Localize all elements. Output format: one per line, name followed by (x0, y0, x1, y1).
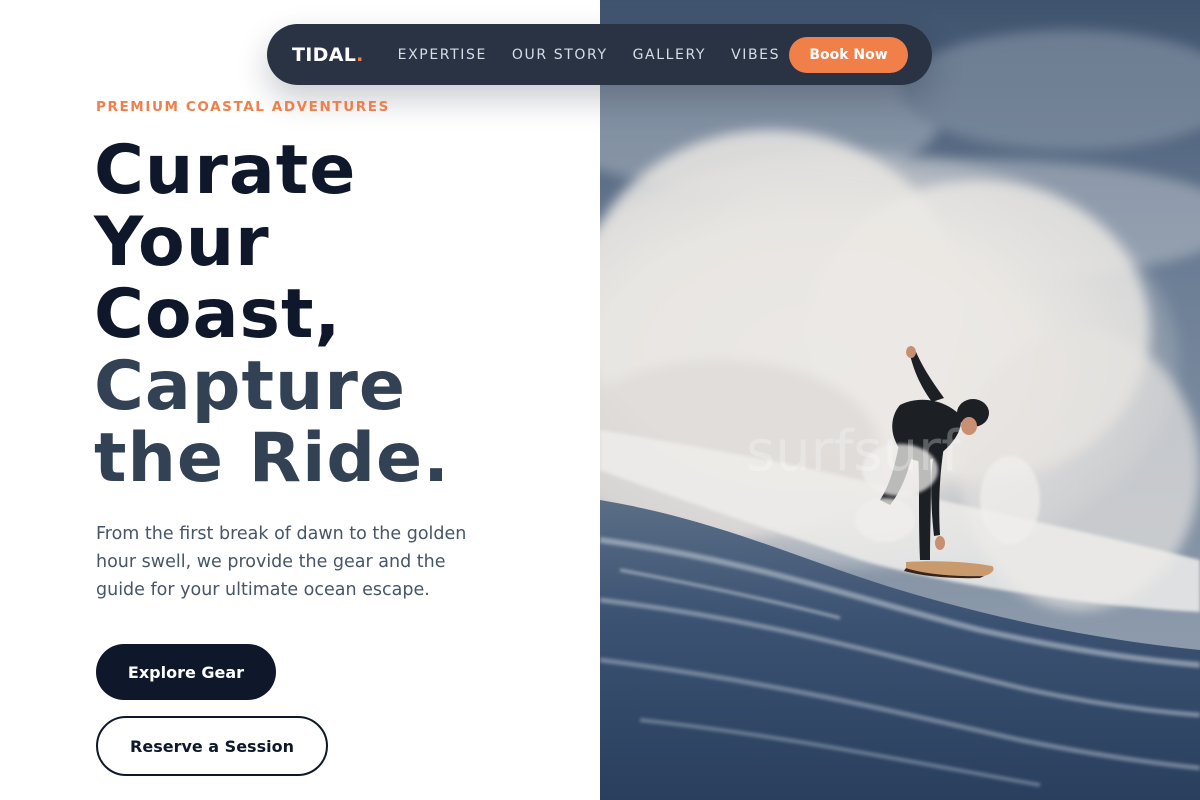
hero-eyebrow: PREMIUM COASTAL ADVENTURES (96, 99, 390, 115)
headline-line-4: Capture (94, 347, 407, 426)
headline-line-2: Your (94, 203, 270, 282)
book-now-button[interactable]: Book Now (789, 36, 908, 73)
nav-link-expertise[interactable]: EXPERTISE (398, 47, 487, 63)
landing-page: surfsurf TIDAL. EXPERTISE OUR STORY GALL… (0, 0, 1200, 800)
hero-surf-photo: surfsurf (600, 0, 1200, 800)
headline-line-5: the Ride. (94, 419, 451, 498)
nav-link-vibes[interactable]: VIBES (731, 47, 780, 63)
brand-logo[interactable]: TIDAL. (292, 44, 364, 66)
brand-dot: . (356, 43, 364, 66)
headline-line-1: Curate (94, 131, 357, 210)
nav-link-gallery[interactable]: GALLERY (633, 47, 706, 63)
image-watermark: surfsurf (746, 419, 962, 484)
hero-headline: Curate Your Coast, Capture the Ride. (94, 135, 450, 495)
nav-link-our-story[interactable]: OUR STORY (512, 47, 608, 63)
headline-line-3: Coast, (94, 275, 342, 354)
explore-gear-button[interactable]: Explore Gear (96, 644, 276, 700)
main-navbar: TIDAL. EXPERTISE OUR STORY GALLERY VIBES… (267, 24, 932, 85)
hero-description: From the first break of dawn to the gold… (96, 524, 467, 600)
brand-name: TIDAL (292, 43, 357, 66)
reserve-session-button[interactable]: Reserve a Session (96, 716, 328, 776)
